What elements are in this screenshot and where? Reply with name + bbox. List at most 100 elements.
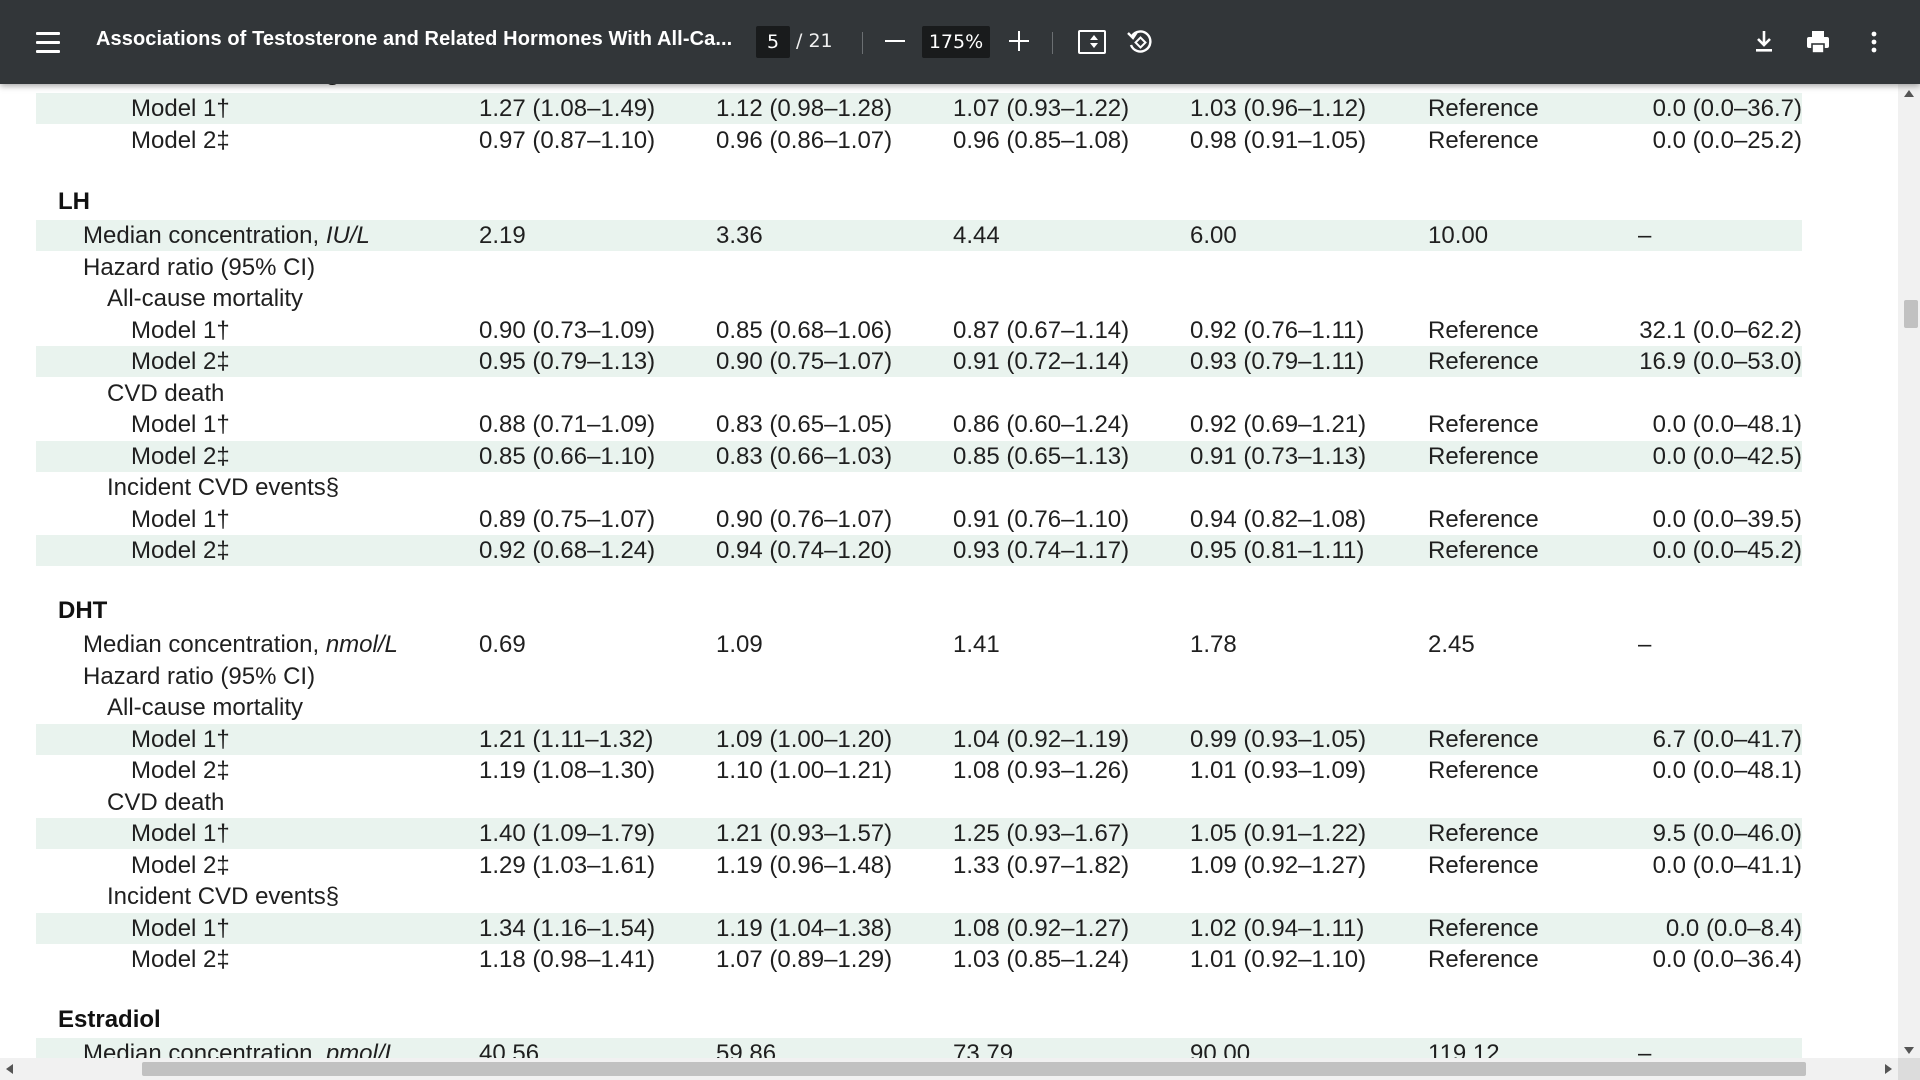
table-cell: 0.90 (0.76–1.07): [716, 505, 893, 533]
table-cell: 0.69: [479, 631, 526, 658]
menu-icon[interactable]: [30, 25, 66, 59]
table-cell: 0.91 (0.73–1.13): [1190, 442, 1367, 470]
horizontal-scrollbar[interactable]: [0, 1058, 1898, 1080]
table-cell: 0.92 (0.69–1.21): [1190, 411, 1367, 438]
vertical-scrollbar[interactable]: [1898, 84, 1920, 1060]
horizontal-scroll-thumb[interactable]: [142, 1062, 1806, 1076]
table-cell: Reference: [1428, 127, 1539, 154]
table-cell: 0.91 (0.76–1.10): [953, 505, 1130, 533]
table-cell: Reference: [1428, 505, 1539, 533]
table-cell: Reference: [1428, 851, 1539, 879]
download-icon[interactable]: [1748, 26, 1780, 58]
table-cell: 0.92 (0.76–1.11): [1190, 316, 1365, 344]
rotate-icon[interactable]: [1126, 28, 1154, 56]
table-row: Median concentration, nmol/L 0.69 1.09 1.41…: [36, 629, 1802, 660]
zoom-level-input[interactable]: 175%: [922, 26, 990, 58]
table-cell: 0.83 (0.66–1.03): [716, 442, 893, 470]
table-cell: 1.07 (0.89–1.29): [716, 946, 893, 973]
table-cell: 0.0 (0.0–8.4): [1665, 914, 1802, 942]
toolbar-divider: [862, 32, 863, 54]
table-cell: 0.91 (0.72–1.14): [953, 348, 1130, 375]
scroll-down-icon[interactable]: [1904, 1047, 1914, 1054]
table-cell: 1.12 (0.98–1.28): [716, 95, 893, 122]
zoom-out-button[interactable]: [880, 23, 910, 59]
vertical-scroll-thumb[interactable]: [1904, 300, 1918, 328]
table-row: Hazard ratio (95% CI): [36, 252, 1802, 283]
table-cell: Reference: [1428, 348, 1539, 375]
table-row: Model 2‡ 0.85 (0.66–1.10) 0.83 (0.66–1.03)…: [36, 440, 1802, 472]
table-cell: 0.0 (0.0–39.5): [1652, 505, 1802, 533]
table-cell: Reference: [1428, 537, 1539, 564]
table-cell: 0.0 (0.0–42.5): [1652, 442, 1802, 470]
table-cell: 0.88 (0.71–1.09): [479, 411, 656, 438]
table-cell: 1.78: [1190, 631, 1237, 658]
table-cell: 10.00: [1428, 222, 1489, 249]
page-number-input[interactable]: 5: [756, 26, 790, 58]
row-label: Model 1†: [131, 316, 230, 344]
scroll-up-icon[interactable]: [1904, 90, 1914, 97]
table-row: CVD death: [36, 378, 1802, 409]
row-label-text: Median concentration,: [83, 222, 326, 249]
table-cell: Reference: [1428, 442, 1539, 470]
table-cell: 0.89 (0.75–1.07): [479, 505, 656, 533]
table-cell: Reference: [1428, 946, 1539, 973]
scrollbar-corner: [1898, 1058, 1920, 1080]
table-row: Model 2‡ 1.19 (1.08–1.30) 1.10 (1.00–1.21)…: [36, 755, 1802, 786]
row-label-unit: IU/L: [325, 222, 370, 249]
table-row: Incident CVD events§: [36, 84, 1802, 91]
table-cell: 0.0 (0.0–48.1): [1652, 757, 1802, 784]
table-cell: Reference: [1428, 316, 1539, 344]
table-cell: 6.7 (0.0–41.7): [1652, 725, 1802, 753]
table-cell: 0.90 (0.75–1.07): [716, 348, 893, 375]
table-cell: 0.95 (0.81–1.11): [1190, 537, 1365, 564]
row-label: Model 1†: [131, 95, 230, 122]
table-cell: Reference: [1428, 757, 1539, 784]
document-viewer[interactable]: Incident CVD events§ Model 1† 1.27 (1.08–1…: [0, 84, 1920, 1080]
table-cell: 0.85 (0.68–1.06): [716, 316, 893, 344]
table-cell: 1.08 (0.93–1.26): [953, 757, 1130, 784]
table-cell: 32.1 (0.0–62.2): [1639, 316, 1802, 344]
table-cell: 1.33 (0.97–1.82): [953, 851, 1130, 879]
table-cell: 1.09: [716, 631, 763, 658]
table-cell: 0.85 (0.66–1.10): [479, 442, 656, 470]
table-row: Model 1† 1.21 (1.11–1.32) 1.09 (1.00–1.20)…: [36, 723, 1802, 755]
table-cell: 0.83 (0.65–1.05): [716, 411, 893, 438]
table-row: Model 2‡ 0.92 (0.68–1.24) 0.94 (0.74–1.20)…: [36, 535, 1802, 566]
row-label: Hazard ratio (95% CI): [83, 253, 316, 281]
scroll-left-icon[interactable]: [6, 1064, 13, 1074]
more-options-icon[interactable]: [1858, 26, 1890, 58]
row-label: All-cause mortality: [107, 285, 304, 312]
table-cell: 0.93 (0.79–1.11): [1190, 348, 1365, 375]
row-label: Model 2‡: [131, 851, 230, 879]
row-label: Model 1†: [131, 725, 230, 753]
table-cell: 4.44: [953, 222, 1000, 249]
table-cell: 0.92 (0.68–1.24): [479, 537, 656, 564]
table-cell: 0.97 (0.87–1.10): [479, 127, 656, 154]
table-cell: 0.0 (0.0–45.2): [1652, 537, 1802, 564]
table-cell: 0.98 (0.91–1.05): [1190, 127, 1367, 154]
row-label-text: Median concentration,: [83, 631, 326, 658]
scroll-right-icon[interactable]: [1885, 1064, 1892, 1074]
table-cell: 1.03 (0.85–1.24): [953, 946, 1130, 973]
fit-to-page-icon[interactable]: [1078, 30, 1106, 54]
print-icon[interactable]: [1802, 26, 1834, 58]
table-row: CVD death: [36, 787, 1802, 818]
table-cell: Reference: [1428, 411, 1539, 438]
table-row: Model 1† 1.40 (1.09–1.79) 1.21 (0.93–1.57)…: [36, 818, 1802, 849]
row-label: Model 2‡: [131, 348, 230, 375]
table-cell: 1.19 (1.04–1.38): [716, 914, 893, 942]
table-row: Model 1† 0.89 (0.75–1.07) 0.90 (0.76–1.07)…: [36, 504, 1802, 535]
table-cell: 1.01 (0.93–1.09): [1190, 757, 1367, 784]
table-row: Model 1† 0.88 (0.71–1.09) 0.83 (0.65–1.05)…: [36, 409, 1802, 440]
zoom-in-button[interactable]: [1004, 23, 1034, 59]
table-row: All-cause mortality: [36, 283, 1802, 314]
table-cell: 0.86 (0.60–1.24): [953, 411, 1130, 438]
row-label: Model 2‡: [131, 127, 230, 154]
table-cell: 1.07 (0.93–1.22): [953, 95, 1130, 122]
pdf-toolbar: Associations of Testosterone and Related…: [0, 0, 1920, 84]
table-row: Model 2‡ 1.18 (0.98–1.41) 1.07 (0.89–1.29)…: [36, 944, 1802, 975]
table-cell: 1.40 (1.09–1.79): [479, 820, 656, 847]
table-cell: 0.94 (0.74–1.20): [716, 537, 893, 564]
table-cell: 1.01 (0.92–1.10): [1190, 946, 1367, 973]
section-title: Estradiol: [58, 1006, 161, 1033]
